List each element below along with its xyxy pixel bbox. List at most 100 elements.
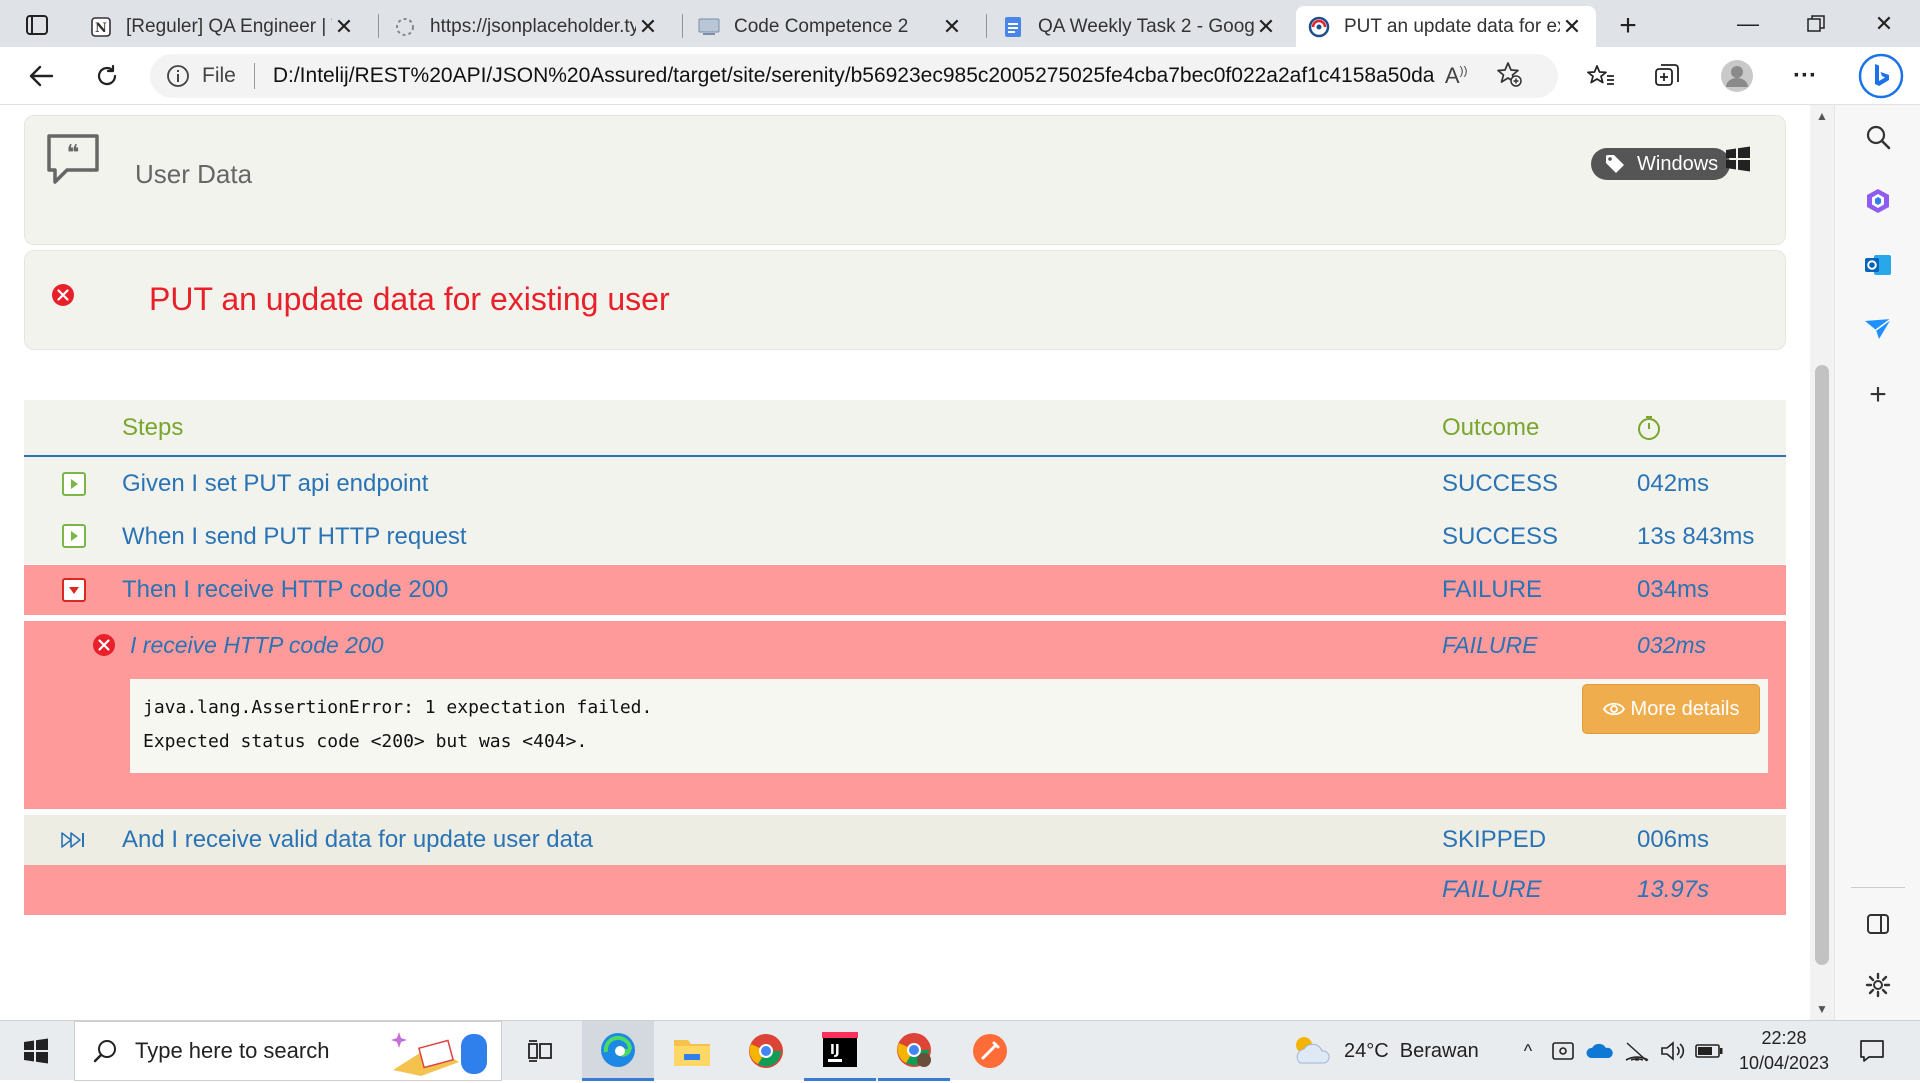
total-outcome: FAILURE — [1442, 876, 1542, 903]
sidebar-search-icon[interactable] — [1856, 115, 1900, 159]
read-aloud-icon[interactable]: A)) — [1445, 63, 1468, 89]
taskbar-chrome-profile-app[interactable] — [878, 1021, 950, 1081]
sidebar-add-icon[interactable]: + — [1856, 373, 1900, 417]
step-duration: 034ms — [1637, 576, 1710, 603]
restore-button[interactable] — [1782, 0, 1850, 47]
add-favorite-icon[interactable] — [1496, 61, 1522, 92]
favorites-button[interactable] — [1580, 55, 1622, 97]
back-button[interactable] — [20, 55, 62, 97]
sidebar-outlook-icon[interactable] — [1856, 243, 1900, 287]
clock-time: 22:28 — [1761, 1028, 1807, 1048]
tab-close-icon[interactable]: ✕ — [332, 14, 356, 40]
substep-outcome: FAILURE — [1442, 632, 1538, 658]
browser-toolbar: File D:/Intelij/REST%20API/JSON%20Assure… — [0, 47, 1920, 105]
close-window-button[interactable]: ✕ — [1850, 0, 1918, 47]
collections-button[interactable] — [1646, 55, 1688, 97]
windows-logo-icon — [1725, 146, 1751, 177]
sidebar-settings-icon[interactable] — [1856, 963, 1900, 1007]
tab-divider — [378, 14, 379, 38]
sidebar-send-icon[interactable] — [1856, 307, 1900, 351]
profile-avatar[interactable] — [1716, 55, 1758, 97]
start-button[interactable] — [0, 1021, 72, 1081]
step-text: When I send PUT HTTP request — [122, 523, 467, 550]
weather-widget[interactable]: 24°C Berawan — [1290, 1021, 1490, 1081]
more-details-button[interactable]: More details — [1582, 684, 1760, 734]
partly-cloudy-icon — [1296, 1037, 1330, 1064]
error-line-2: Expected status code <200> but was <404>… — [143, 731, 588, 752]
minimize-button[interactable]: — — [1714, 0, 1782, 47]
header-outcome: Outcome — [1442, 414, 1540, 441]
site-info-button[interactable]: File — [166, 64, 236, 88]
substep-block: I receive HTTP code 200 FAILURE 032ms ja… — [24, 621, 1786, 809]
tab-put-update[interactable]: PUT an update data for ex ✕ — [1296, 6, 1596, 47]
stopwatch-icon — [1636, 415, 1662, 446]
edge-sidebar: + — [1834, 105, 1920, 1020]
step-row: When I send PUT HTTP request SUCCESS 13s… — [24, 509, 1786, 564]
url-text[interactable]: D:/Intelij/REST%20API/JSON%20Assured/tar… — [273, 64, 1435, 88]
tab-jsonplaceholder[interactable]: https://jsonplaceholder.typ ✕ — [382, 6, 672, 47]
story-title: User Data — [135, 159, 253, 189]
taskbar-chrome-app[interactable] — [730, 1021, 802, 1081]
taskbar-intellij-app[interactable]: IJ — [804, 1021, 876, 1081]
scroll-down-arrow[interactable]: ▼ — [1816, 1002, 1828, 1016]
bing-chat-button[interactable] — [1856, 51, 1906, 101]
weather-text: 24°C Berawan — [1344, 1039, 1479, 1062]
step-collapse-icon[interactable] — [62, 578, 86, 602]
step-text: And I receive valid data for update user… — [122, 826, 593, 853]
refresh-button[interactable] — [86, 55, 128, 97]
svg-text:N: N — [95, 21, 107, 36]
step-outcome: SUCCESS — [1442, 523, 1559, 550]
substep-text: I receive HTTP code 200 — [130, 632, 384, 658]
tab-qa-weekly[interactable]: QA Weekly Task 2 - Googl ✕ — [990, 6, 1290, 47]
story-panel: ❝ User Data Windows — [24, 115, 1786, 245]
substep-duration: 032ms — [1637, 632, 1707, 658]
settings-more-button[interactable]: ··· — [1784, 55, 1826, 97]
volume-icon[interactable] — [1656, 1021, 1690, 1081]
serenity-icon — [1308, 16, 1330, 38]
search-highlight-illustration — [385, 1026, 495, 1078]
hide-sidebar-icon[interactable] — [1856, 902, 1900, 946]
taskbar-postman-app[interactable] — [954, 1021, 1026, 1081]
tab-close-icon[interactable]: ✕ — [1254, 14, 1278, 40]
show-hidden-icons-button[interactable]: ^ — [1514, 1021, 1542, 1081]
svg-text:❝: ❝ — [67, 141, 80, 166]
task-view-button[interactable] — [512, 1021, 568, 1081]
sidebar-office-icon[interactable] — [1856, 179, 1900, 223]
onedrive-icon[interactable] — [1582, 1021, 1616, 1081]
tab-close-icon[interactable]: ✕ — [940, 14, 964, 40]
tab-code-competence[interactable]: Code Competence 2 ✕ — [686, 6, 976, 47]
step-duration: 006ms — [1637, 826, 1710, 853]
scroll-up-arrow[interactable]: ▲ — [1816, 109, 1828, 123]
header-steps: Steps — [122, 414, 184, 441]
step-text: Then I receive HTTP code 200 — [122, 576, 449, 603]
tab-close-icon[interactable]: ✕ — [1560, 14, 1584, 40]
step-row-failure: Then I receive HTTP code 200 FAILURE 034… — [24, 565, 1786, 615]
scrollbar-thumb[interactable] — [1815, 365, 1829, 965]
report-page: ❝ User Data Windows PUT an update data f… — [0, 105, 1810, 1020]
tab-divider — [986, 14, 987, 38]
step-expand-icon[interactable] — [62, 524, 86, 548]
step-duration: 042ms — [1637, 470, 1710, 497]
tab-actions-icon[interactable] — [20, 10, 54, 40]
sidebar-divider — [1851, 887, 1905, 888]
windows-taskbar: Type here to search IJ 24°C Berawan ^ 22… — [0, 1020, 1920, 1081]
step-expand-icon[interactable] — [62, 472, 86, 496]
new-tab-button[interactable]: + — [1608, 6, 1648, 46]
svg-text:IJ: IJ — [830, 1043, 840, 1058]
step-row: Given I set PUT api endpoint SUCCESS 042… — [24, 457, 1786, 509]
taskbar-edge-app[interactable] — [582, 1021, 654, 1081]
address-bar[interactable]: File D:/Intelij/REST%20API/JSON%20Assure… — [150, 54, 1558, 98]
address-divider — [253, 63, 255, 89]
tag-windows[interactable]: Windows — [1591, 148, 1731, 180]
total-row: FAILURE 13.97s — [24, 865, 1786, 915]
tab-qa-engineer[interactable]: N [Reguler] QA Engineer | Ti ✕ — [78, 6, 368, 47]
taskbar-explorer-app[interactable] — [656, 1021, 728, 1081]
battery-icon[interactable] — [1692, 1021, 1726, 1081]
clock[interactable]: 22:28 10/04/2023 — [1730, 1021, 1838, 1081]
wifi-icon[interactable] — [1620, 1021, 1654, 1081]
tray-device-icon[interactable] — [1548, 1021, 1578, 1081]
taskbar-search-box[interactable]: Type here to search — [74, 1021, 502, 1081]
notifications-button[interactable] — [1842, 1021, 1902, 1081]
tab-close-icon[interactable]: ✕ — [636, 14, 660, 40]
steps-header-row: Steps Outcome — [24, 400, 1786, 457]
